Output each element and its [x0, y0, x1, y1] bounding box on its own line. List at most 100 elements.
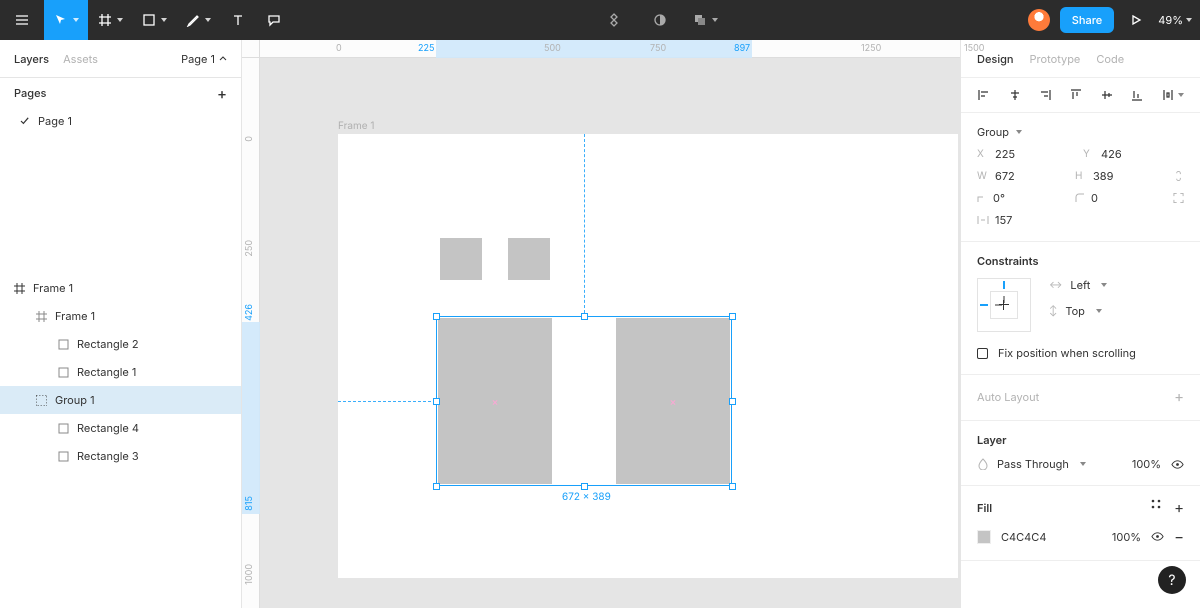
- ruler-tick: 1250: [861, 43, 881, 54]
- fill-opacity[interactable]: 100%: [1112, 530, 1141, 544]
- page-row[interactable]: Page 1: [0, 108, 241, 134]
- layer-frame[interactable]: Frame 1: [0, 302, 241, 330]
- tab-layers[interactable]: Layers: [14, 52, 49, 66]
- selection-handle[interactable]: [433, 313, 440, 320]
- check-icon: [20, 117, 30, 125]
- mask-icon[interactable]: [642, 0, 678, 40]
- layer-frame[interactable]: Frame 1: [0, 274, 241, 302]
- move-tool-button[interactable]: [44, 0, 88, 40]
- fix-scroll-label: Fix position when scrolling: [998, 346, 1136, 360]
- canvas[interactable]: 022550075089712501500 02504268151000 Fra…: [242, 40, 960, 608]
- blend-mode-dropdown[interactable]: Pass Through: [977, 457, 1086, 471]
- zoom-dropdown[interactable]: 49%: [1158, 13, 1192, 27]
- pen-tool-button[interactable]: [176, 0, 220, 40]
- tab-prototype[interactable]: Prototype: [1030, 52, 1081, 66]
- selection-handle[interactable]: [729, 398, 736, 405]
- ruler-tick: 0: [336, 43, 342, 54]
- visibility-icon[interactable]: [1151, 530, 1164, 543]
- radius-value[interactable]: 0: [1091, 191, 1151, 205]
- center-marker: [670, 400, 676, 406]
- ruler-tick: 1500: [964, 43, 985, 54]
- remove-fill-button[interactable]: −: [1174, 527, 1184, 546]
- layer-rect[interactable]: Rectangle 2: [0, 330, 241, 358]
- tab-assets[interactable]: Assets: [63, 52, 98, 66]
- ruler-tick: 500: [544, 43, 561, 54]
- constraints-widget[interactable]: [977, 278, 1031, 332]
- selection-handle[interactable]: [581, 313, 588, 320]
- chevron-down-icon: [161, 18, 167, 22]
- selection-handle[interactable]: [433, 483, 440, 490]
- spacing-icon: [977, 215, 989, 225]
- fill-styles-icon[interactable]: [1150, 498, 1162, 510]
- autolayout-title: Auto Layout: [977, 390, 1039, 404]
- layer-rect[interactable]: Rectangle 3: [0, 442, 241, 470]
- chevron-down-icon: [1101, 283, 1107, 287]
- align-hcenter-icon[interactable]: [1008, 88, 1022, 102]
- align-right-icon[interactable]: [1038, 88, 1052, 102]
- link-dimensions-icon[interactable]: [1173, 169, 1184, 183]
- constraint-horizontal-dropdown[interactable]: ↔Left: [1049, 278, 1107, 292]
- selection-box[interactable]: [436, 316, 732, 486]
- comment-tool-button[interactable]: [256, 0, 292, 40]
- h-value[interactable]: 389: [1093, 169, 1153, 183]
- x-value[interactable]: 225: [995, 147, 1055, 161]
- help-button[interactable]: ?: [1158, 566, 1186, 594]
- user-avatar[interactable]: [1028, 9, 1050, 31]
- vertical-ruler: 02504268151000: [242, 58, 260, 608]
- visibility-icon[interactable]: [1171, 458, 1184, 471]
- rectangle-icon: [58, 451, 69, 462]
- chevron-down-icon: [1016, 130, 1022, 134]
- align-top-icon[interactable]: [1069, 88, 1083, 102]
- components-icon[interactable]: [596, 0, 632, 40]
- fill-hex[interactable]: C4C4C4: [1001, 530, 1046, 544]
- selection-handle[interactable]: [581, 483, 588, 490]
- frame-tool-button[interactable]: [88, 0, 132, 40]
- constraints-title: Constraints: [977, 254, 1184, 268]
- layer-opacity[interactable]: 100%: [1132, 457, 1161, 471]
- selection-handle[interactable]: [729, 483, 736, 490]
- main-menu-button[interactable]: [0, 0, 44, 40]
- chevron-down-icon: [205, 18, 211, 22]
- rectangle-small-1[interactable]: [440, 238, 482, 280]
- gap-value[interactable]: 157: [995, 213, 1055, 227]
- layer-group[interactable]: Group 1: [0, 386, 241, 414]
- boolean-ops-button[interactable]: [688, 0, 724, 40]
- chevron-down-icon: [1178, 93, 1184, 97]
- layer-name: Rectangle 2: [77, 337, 139, 351]
- selection-handle[interactable]: [729, 313, 736, 320]
- constraint-vertical-dropdown[interactable]: ↕Top: [1049, 304, 1107, 318]
- layer-rect[interactable]: Rectangle 4: [0, 414, 241, 442]
- align-bottom-icon[interactable]: [1130, 88, 1144, 102]
- add-fill-button[interactable]: +: [1174, 498, 1184, 517]
- shape-tool-button[interactable]: [132, 0, 176, 40]
- frame-label[interactable]: Frame 1: [338, 120, 374, 132]
- selection-handle[interactable]: [433, 398, 440, 405]
- y-value[interactable]: 426: [1101, 147, 1161, 161]
- alignment-guide: [584, 134, 585, 318]
- tab-code[interactable]: Code: [1096, 52, 1124, 66]
- align-vcenter-icon[interactable]: [1100, 88, 1114, 102]
- chevron-down-icon: [1080, 462, 1086, 466]
- rectangle-small-2[interactable]: [508, 238, 550, 280]
- object-type-label: Group: [977, 125, 1009, 139]
- object-type-dropdown[interactable]: Group: [977, 125, 1184, 139]
- add-autolayout-button[interactable]: +: [1174, 387, 1184, 406]
- layer-rect[interactable]: Rectangle 1: [0, 358, 241, 386]
- present-button[interactable]: [1124, 0, 1148, 40]
- fill-swatch[interactable]: [977, 530, 991, 544]
- fix-scroll-checkbox[interactable]: [977, 348, 988, 359]
- share-button[interactable]: Share: [1060, 7, 1114, 33]
- layer-name: Frame 1: [55, 309, 95, 323]
- rotation-value[interactable]: 0°: [993, 191, 1053, 205]
- layer-list: Frame 1 Frame 1 Rectangle 2 Rectangle 1 …: [0, 274, 241, 608]
- add-page-button[interactable]: +: [217, 84, 227, 103]
- page-dropdown[interactable]: Page 1: [181, 52, 227, 66]
- pages-section-title: Pages: [14, 86, 46, 100]
- independent-corners-icon[interactable]: [1173, 192, 1184, 204]
- text-tool-button[interactable]: [220, 0, 256, 40]
- distribute-button[interactable]: [1161, 88, 1184, 102]
- ruler-tick: 815: [244, 496, 255, 511]
- top-toolbar: Share 49%: [0, 0, 1200, 40]
- w-value[interactable]: 672: [995, 169, 1055, 183]
- align-left-icon[interactable]: [977, 88, 991, 102]
